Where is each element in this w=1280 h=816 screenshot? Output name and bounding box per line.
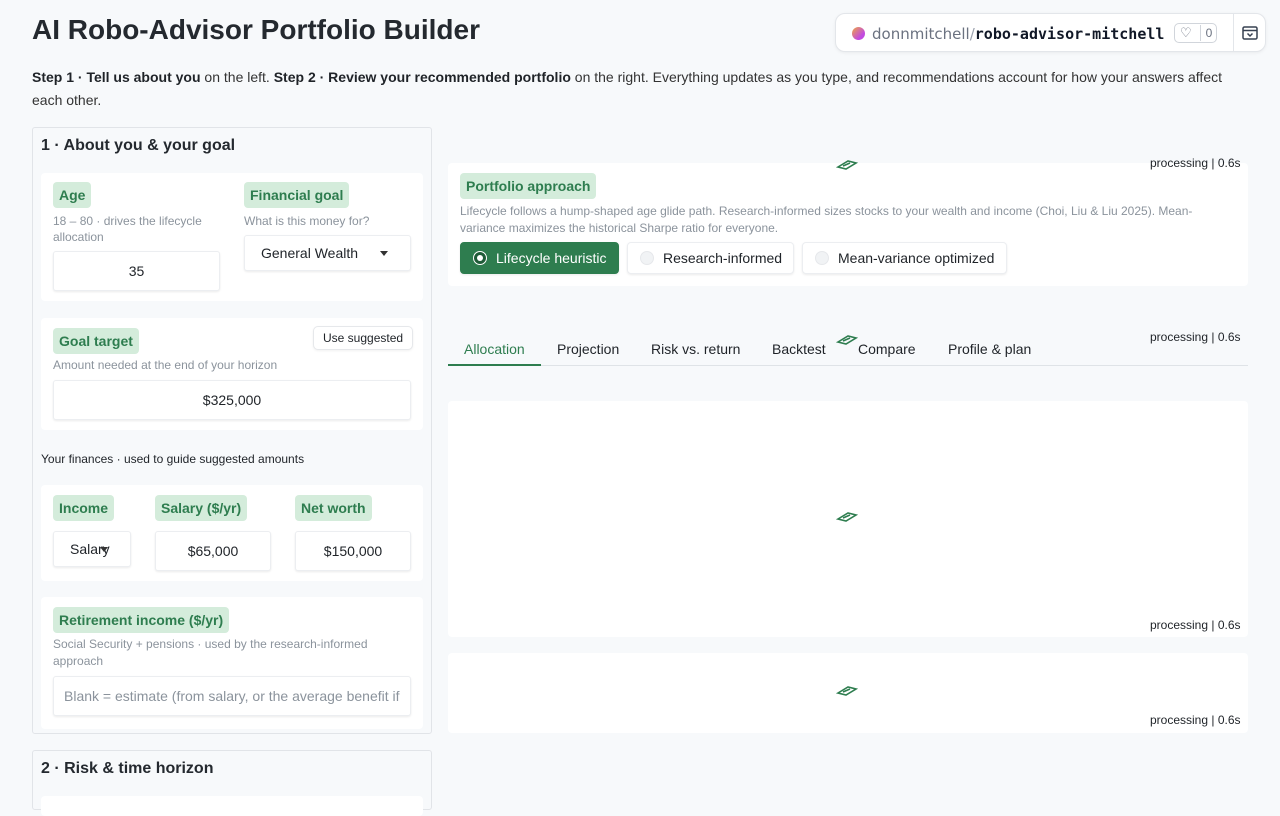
goal-target-label: Goal target (53, 328, 139, 354)
results-tabs: Allocation Projection Risk vs. return Ba… (448, 334, 1248, 366)
loading-spinner-icon (836, 686, 858, 696)
goal-value: General Wealth (261, 245, 359, 261)
goal-label: Financial goal (244, 182, 350, 208)
chevron-down-icon (100, 547, 108, 552)
retirement-income-label: Retirement income ($/yr) (53, 607, 230, 633)
age-hint: 18 – 80 · drives the lifecycle allocatio… (53, 214, 202, 244)
goal-hint: What is this money for? (244, 214, 370, 228)
loading-spinner-icon (836, 512, 858, 522)
tab-allocation[interactable]: Allocation (448, 334, 541, 366)
age-goal-card: Age 18 – 80 · drives the lifecycle alloc… (41, 173, 423, 301)
income-label: Income (53, 495, 115, 521)
finances-note: Your finances · used to guide suggested … (41, 452, 305, 466)
goal-target-card: Goal target Use suggested Amount needed … (41, 318, 423, 430)
intro-text: Step 1 · Tell us about you on the left. … (32, 66, 1232, 112)
salary-label: Salary ($/yr) (155, 495, 248, 521)
step2-label: Step 2 · Review your recommended portfol… (273, 69, 571, 85)
approach-hint: Lifecycle follows a hump-shaped age glid… (460, 204, 1193, 235)
approach-card: Portfolio approach Lifecycle follows a h… (448, 163, 1248, 286)
processing-status: processing | 0.6s (1150, 618, 1241, 632)
radio-icon (473, 251, 487, 265)
header-divider (1233, 14, 1234, 51)
approach-option-label: Mean-variance optimized (838, 250, 995, 266)
space-repo-link[interactable]: robo-advisor-mitchell (975, 25, 1165, 43)
section2-title: 2 · Risk & time horizon (41, 760, 214, 777)
retirement-income-placeholder: Blank = estimate (from salary, or the av… (64, 688, 400, 704)
retirement-income-input[interactable]: Blank = estimate (from salary, or the av… (53, 676, 411, 716)
radio-icon (815, 251, 829, 265)
user-avatar[interactable] (852, 27, 865, 40)
age-input[interactable]: 35 (53, 251, 220, 291)
section1-title: 1 · About you & your goal (41, 137, 236, 154)
approach-option-research[interactable]: Research-informed (627, 242, 794, 274)
goal-target-hint: Amount needed at the end of your horizon (53, 358, 278, 372)
tab-risk-vs-return[interactable]: Risk vs. return (651, 334, 740, 364)
net-worth-input[interactable]: $150,000 (295, 531, 411, 571)
like-count: 0 (1200, 25, 1217, 41)
approach-option-mean-variance[interactable]: Mean-variance optimized (802, 242, 1007, 274)
goal-target-value: $325,000 (202, 392, 262, 408)
risk-horizon-panel: 2 · Risk & time horizon (32, 750, 432, 816)
tab-backtest[interactable]: Backtest (772, 334, 826, 364)
use-suggested-button[interactable]: Use suggested (313, 326, 414, 350)
about-you-panel: 1 · About you & your goal Age 18 – 80 · … (32, 127, 432, 734)
tab-projection[interactable]: Projection (557, 334, 619, 364)
retirement-income-hint: Social Security + pensions · used by the… (53, 637, 368, 668)
like-button[interactable]: ♡ 0 (1174, 23, 1217, 43)
step1-label: Step 1 · Tell us about you (32, 69, 201, 85)
page-title: AI Robo-Advisor Portfolio Builder (32, 14, 480, 45)
goal-select[interactable]: General Wealth (244, 235, 411, 271)
space-menu-icon[interactable] (1240, 23, 1260, 43)
salary-input[interactable]: $65,000 (155, 531, 271, 571)
space-path: donnmitchell/robo-advisor-mitchell (872, 25, 1164, 43)
approach-option-label: Lifecycle heuristic (496, 250, 607, 266)
retirement-income-card: Retirement income ($/yr) Social Security… (41, 597, 423, 729)
finances-card: Income Salary Salary ($/yr) $65,000 Net … (41, 485, 423, 581)
tab-compare[interactable]: Compare (858, 334, 916, 364)
age-label: Age (53, 182, 92, 208)
radio-icon (640, 251, 654, 265)
step1-text: on the left. (200, 69, 274, 85)
space-header: donnmitchell/robo-advisor-mitchell ♡ 0 (835, 13, 1266, 52)
net-worth-label: Net worth (295, 495, 372, 521)
risk-card (41, 796, 423, 816)
heart-icon: ♡ (1180, 25, 1192, 40)
net-worth-value: $150,000 (323, 543, 383, 559)
processing-status: processing | 0.6s (1150, 713, 1241, 727)
age-value: 35 (128, 263, 145, 279)
income-select[interactable]: Salary (53, 531, 131, 567)
approach-option-label: Research-informed (663, 250, 783, 266)
loading-spinner-icon (836, 160, 858, 170)
space-owner-link[interactable]: donnmitchell (872, 25, 970, 43)
goal-target-input[interactable]: $325,000 (53, 380, 411, 420)
chevron-down-icon (380, 251, 388, 256)
approach-label: Portfolio approach (460, 173, 597, 199)
approach-option-lifecycle[interactable]: Lifecycle heuristic (460, 242, 619, 274)
tab-profile-plan[interactable]: Profile & plan (948, 334, 1031, 364)
processing-status: processing | 0.6s (1150, 156, 1241, 170)
salary-value: $65,000 (187, 543, 239, 559)
